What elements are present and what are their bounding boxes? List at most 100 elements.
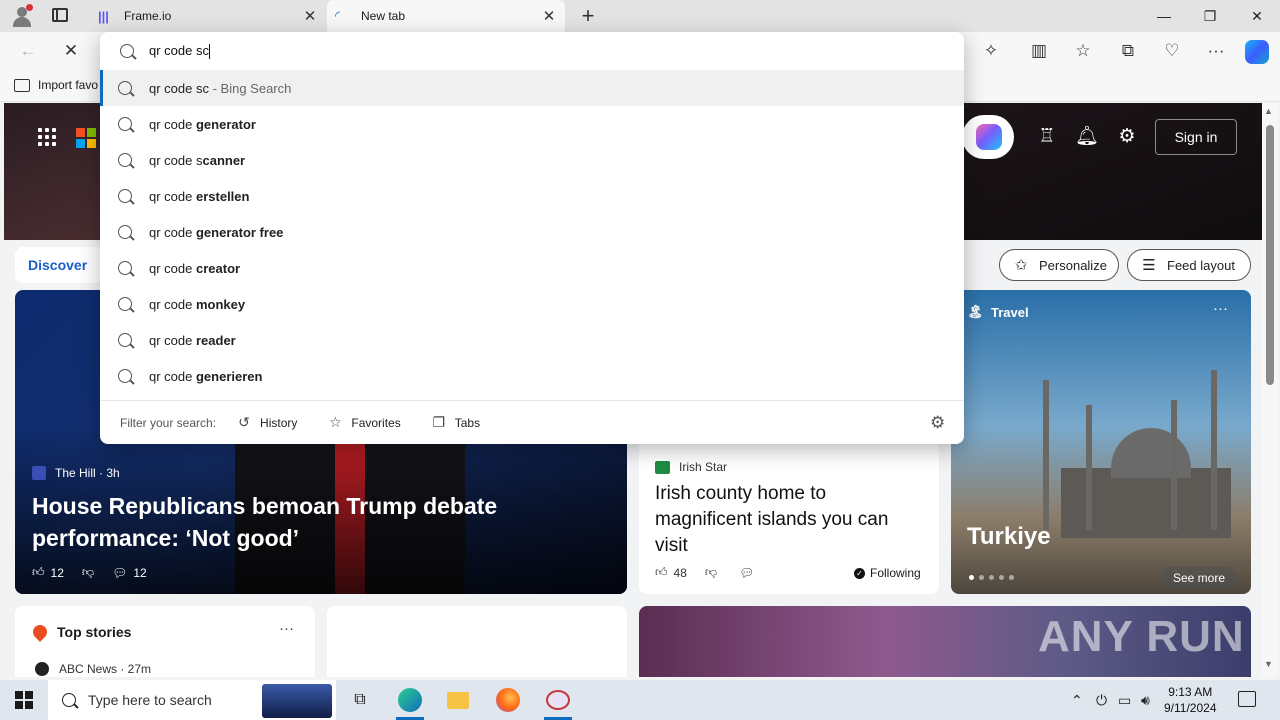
volume-icon[interactable]: 🔊︎ [1141,692,1150,709]
news-headline[interactable]: Irish county home to magnificent islands… [655,481,925,559]
minaret-image [1043,380,1049,530]
back-button[interactable]: ← [14,38,42,64]
extensions-icon[interactable]: ✧ [977,38,1005,64]
network-icon[interactable]: ▭ [1118,692,1131,709]
address-bar[interactable]: qr code sc [100,32,964,70]
filter-favorites[interactable]: ☆ Favorites [327,414,401,431]
news-reactions: 👍︎ 12 👎︎ 💬︎ 12 [32,565,153,580]
search-suggestion[interactable]: qr code sc - Bing Search [100,70,964,106]
new-tab-button[interactable]: + [577,3,599,29]
clock-time: 9:13 AM [1168,685,1213,699]
task-view-icon[interactable]: ⧉ [336,680,384,720]
import-favorites-label: Import favo [38,78,99,92]
notifications-icon[interactable]: 🔔︎ [1075,125,1099,149]
search-icon [118,189,132,203]
feed-layout-button[interactable]: ☰ Feed layout [1127,249,1251,281]
sign-in-button[interactable]: Sign in [1155,119,1237,155]
news-card-irish-star[interactable]: Irish Star Irish county home to magnific… [639,443,939,594]
copilot-hero-icon[interactable] [962,115,1014,159]
filter-tabs[interactable]: ❐ Tabs [431,414,480,431]
suggestion-text: qr code erstellen [149,189,249,204]
notifications-icon[interactable] [1238,691,1256,707]
the-hill-logo [32,466,46,480]
edge-taskbar-icon[interactable] [386,680,434,720]
feed-layout-label: Feed layout [1167,257,1235,273]
suggestion-bold: canner [202,152,246,168]
edge-loading-icon: ◜ [335,8,341,23]
minaret-image [1171,400,1177,530]
news-source: Irish Star [655,460,727,474]
search-suggestion[interactable]: qr code scanner [100,142,964,178]
tab-label: Frame.io [124,9,172,23]
news-source-label: Irish Star [679,460,728,474]
close-tab-icon[interactable]: ✕ [539,7,559,25]
tab-frameio[interactable]: ||| Frame.io ✕ [90,0,326,32]
like-icon[interactable]: 👍︎ [32,565,45,580]
address-bar-dropdown: qr code sc qr code sc - Bing Search qr co… [100,32,964,444]
more-options-icon[interactable]: ··· [279,620,294,637]
comment-count: 12 [133,565,147,580]
following-badge[interactable]: ✓ Following [854,566,921,580]
restore-button[interactable]: ❐ [1187,0,1233,32]
copilot-icon[interactable] [1245,40,1269,64]
suggestion-bold: generator free [195,224,284,240]
dislike-icon[interactable]: 👎︎ [705,565,717,580]
paint-app-icon[interactable] [534,680,582,720]
comment-icon[interactable]: 💬︎ [739,566,754,580]
search-suggestion[interactable]: qr code reader [100,322,964,358]
comment-icon[interactable]: 💬︎ [112,566,127,580]
import-favorites-button[interactable]: Import favo [14,78,98,92]
close-tab-icon[interactable]: ✕ [300,7,320,25]
minimize-button[interactable]: — [1141,0,1187,32]
search-suggestion[interactable]: qr code erstellen [100,178,964,214]
taskbar-clock[interactable]: 9:13 AM 9/11/2024 [1164,684,1217,716]
suggestion-text: qr code creator [149,261,240,276]
microsoft-logo [76,128,96,148]
firefox-icon[interactable] [484,680,532,720]
search-suggestion[interactable]: qr code creator [100,250,964,286]
personalize-label: Personalize [1039,257,1107,273]
start-button[interactable] [15,691,33,709]
news-headline[interactable]: House Republicans bemoan Trump debate pe… [32,490,612,554]
travel-card[interactable]: 🏝︎ Travel ··· Turkiye See more [951,290,1251,594]
see-more-button[interactable]: See more [1161,567,1237,589]
tab-new-tab[interactable]: ◜ New tab ✕ [327,0,565,32]
show-hidden-icons-icon[interactable]: ⌃ [1071,692,1083,709]
page-scrollbar[interactable]: ▲ ▼ [1262,103,1278,677]
settings-gear-icon[interactable]: ⚙ [930,413,945,433]
split-screen-icon[interactable]: ▥ [1025,38,1053,64]
search-suggestion[interactable]: qr code monkey [100,286,964,322]
collections-icon[interactable]: ⧉ [1114,38,1142,64]
tab-actions-icon[interactable] [52,8,68,22]
filter-history-label: History [260,415,298,430]
app-launcher-icon[interactable] [38,128,56,146]
more-options-icon[interactable]: ··· [1213,300,1228,317]
settings-gear-icon[interactable]: ⚙ [1115,125,1139,149]
address-input[interactable]: qr code sc [149,43,210,60]
network-activity-icon[interactable]: ⏻ [1096,692,1107,709]
rewards-icon[interactable]: ♖ [1035,125,1059,149]
stop-loading-button[interactable]: ✕ [57,38,85,64]
scroll-up-icon[interactable]: ▲ [1264,106,1273,116]
scroll-down-icon[interactable]: ▼ [1264,659,1273,669]
filter-history[interactable]: ↺ History [236,414,297,431]
more-menu-icon[interactable]: ··· [1202,38,1230,64]
clock-date: 9/11/2024 [1164,701,1217,715]
profile-icon[interactable] [10,4,34,28]
scrollbar-thumb[interactable] [1266,125,1274,385]
tabs-icon: ❐ [432,414,446,430]
dislike-icon[interactable]: 👎︎ [82,565,94,580]
browser-essentials-icon[interactable]: ♡ [1158,38,1186,64]
tab-discover[interactable]: Discover [15,247,105,283]
carousel-dots[interactable] [969,575,1014,580]
search-suggestion[interactable]: qr code generator free [100,214,964,250]
favorites-icon[interactable]: ☆ [1069,38,1097,64]
search-suggestion[interactable]: qr code generator [100,106,964,142]
search-suggestion[interactable]: qr code generieren [100,358,964,394]
taskbar-search[interactable]: Type here to search [48,680,336,720]
personalize-button[interactable]: ✩ Personalize [999,249,1119,281]
close-window-button[interactable]: ✕ [1234,0,1280,32]
search-icon [118,333,132,347]
like-icon[interactable]: 👍︎ [655,565,668,580]
file-explorer-icon[interactable] [434,680,482,720]
